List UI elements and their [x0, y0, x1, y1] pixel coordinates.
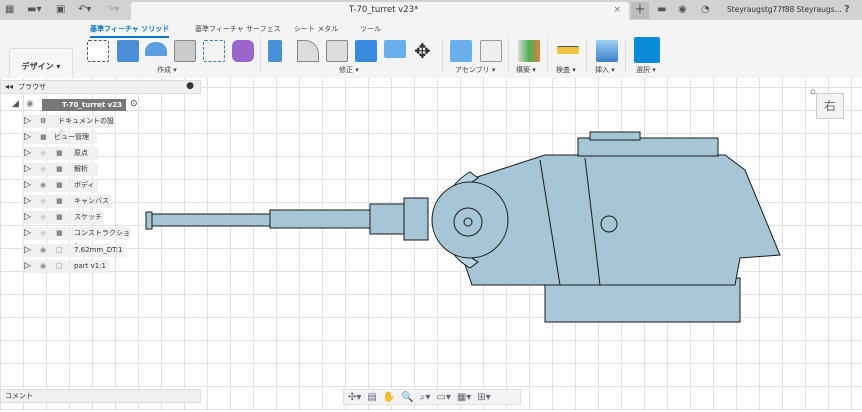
title-bar: ▦ ▬▾ ▣ ↶▾ ↷▾ T-70_turret v23* × + ▬ ◉ ◔ …	[0, 0, 862, 20]
tab-surface[interactable]: 基準フィーチャ サーフェス	[195, 24, 281, 34]
muzzle	[145, 211, 153, 230]
create-sketch-icon[interactable]	[87, 40, 109, 62]
gear-icon: ⚙	[40, 117, 47, 125]
clock-icon[interactable]: ◔	[701, 4, 710, 15]
browser-header: ◂◂ ブラウザ ●	[0, 80, 201, 94]
folder-icon: ■	[56, 149, 63, 157]
tab-sheet-metal[interactable]: シート メタル	[294, 24, 338, 34]
toolbar: デザイン ▾ 基準フィーチャ ソリッド 基準フィーチャ サーフェス シート メタ…	[0, 20, 862, 86]
split-icon[interactable]	[384, 40, 406, 58]
eye-hidden-icon[interactable]: ◉	[40, 163, 46, 176]
folder-icon: ■	[56, 181, 63, 189]
undo-icon[interactable]: ↶▾	[78, 4, 91, 15]
zoom-icon[interactable]: 🔍	[401, 392, 413, 403]
app-grid-icon[interactable]: ▦	[5, 4, 14, 15]
eye-icon[interactable]: ◉	[26, 99, 34, 109]
extrude-icon[interactable]	[117, 40, 139, 62]
tab-solid[interactable]: 基準フィーチャ ソリッド	[90, 24, 170, 38]
tree-item[interactable]: ▷ ◉ ■ キャンバス	[22, 195, 112, 208]
eye-icon[interactable]: ◉	[40, 179, 46, 192]
folder-icon: ■	[56, 229, 63, 237]
combine-icon[interactable]	[355, 40, 377, 62]
measure-icon[interactable]	[557, 46, 579, 54]
notifications-icon[interactable]: ▬	[657, 4, 666, 15]
viewports-icon[interactable]: ⊞▾	[477, 392, 490, 403]
new-component-icon[interactable]	[450, 40, 472, 62]
move-icon[interactable]: ✥	[414, 39, 431, 63]
folder-icon: ■	[40, 133, 47, 141]
insert-image-icon[interactable]	[596, 40, 618, 62]
redo-icon[interactable]: ↷▾	[106, 4, 119, 15]
orbit-icon[interactable]: ✣▾	[348, 392, 361, 403]
activate-radio-icon[interactable]: ⊙	[130, 99, 138, 109]
home-view-icon[interactable]: ⌂	[810, 87, 816, 97]
shell-icon[interactable]	[326, 40, 348, 62]
document-title: T-70_turret v23*	[349, 5, 419, 15]
tree-item[interactable]: ▷⚙ドキュメントの設定	[22, 115, 116, 138]
construct-icon[interactable]	[518, 40, 540, 62]
joint-icon[interactable]	[480, 40, 502, 62]
browser-title: ブラウザ	[18, 83, 46, 91]
eye-hidden-icon[interactable]: ◉	[40, 195, 46, 208]
comments-label: コメント	[5, 392, 33, 400]
collapse-browser-icon[interactable]: ◂◂	[5, 82, 13, 91]
hole-icon[interactable]	[174, 40, 196, 62]
eye-icon[interactable]: ◉	[40, 260, 46, 273]
construct-group-label[interactable]: 構築 ▾	[516, 65, 536, 75]
assemble-group-label[interactable]: アセンブリ ▾	[455, 65, 495, 75]
tree-item[interactable]: ▷ ◉ □ part v1:1	[22, 260, 110, 273]
folder-icon: ■	[56, 213, 63, 221]
close-tab-icon[interactable]: ×	[613, 5, 621, 15]
document-tab[interactable]: T-70_turret v23* ×	[131, 2, 629, 20]
inspect-group-label[interactable]: 検査 ▾	[556, 65, 576, 75]
comments-panel[interactable]: コメント	[0, 389, 201, 403]
tree-item[interactable]: ▷ ◉ ■ 原点	[22, 147, 98, 160]
pan-icon[interactable]: ✋	[383, 392, 395, 403]
tree-item[interactable]: ▷ ◉ □ 7.62mm_DT:1	[22, 244, 126, 257]
navigation-bar: ✣▾ ▤ ✋ 🔍 ⌕▾ ▭▾ ▦▾ ⊞▾	[343, 389, 521, 405]
look-at-icon[interactable]: ▤	[367, 392, 376, 403]
user-account[interactable]: Steyraugstg77f88 Steyraugs...	[727, 5, 842, 14]
job-status-icon[interactable]: ◉	[678, 4, 687, 15]
tree-item[interactable]: ▷ ◉ ■ スケッチ	[22, 211, 104, 224]
help-icon[interactable]: ?	[844, 4, 850, 15]
component-icon: □	[56, 262, 63, 270]
root-component-label[interactable]: T-70_turret v23	[42, 99, 126, 111]
eye-hidden-icon[interactable]: ◉	[40, 227, 46, 240]
fillet-icon[interactable]	[297, 40, 319, 62]
form-icon[interactable]	[232, 40, 254, 62]
expand-root-icon[interactable]: ◢	[12, 99, 19, 109]
modify-group-label[interactable]: 修正 ▾	[339, 65, 359, 75]
browser-options-icon[interactable]: ●	[186, 81, 194, 91]
folder-icon: ■	[56, 197, 63, 205]
folder-icon: ■	[56, 165, 63, 173]
select-group-label[interactable]: 選択 ▾	[636, 65, 656, 75]
file-menu-icon[interactable]: ▬▾	[27, 4, 41, 15]
display-settings-icon[interactable]: ▭▾	[436, 392, 450, 403]
eye-hidden-icon[interactable]: ◉	[40, 147, 46, 160]
component-icon: □	[56, 246, 63, 254]
revolve-icon[interactable]	[145, 42, 167, 56]
create-group-label[interactable]: 作成 ▾	[157, 65, 177, 75]
new-tab-button[interactable]: +	[631, 2, 649, 19]
tree-item[interactable]: ▷◉■コンストラクション	[22, 227, 130, 250]
grid-settings-icon[interactable]: ▦▾	[457, 392, 471, 403]
tree-item[interactable]: ▷ ◉ ■ 解析	[22, 163, 98, 176]
insert-group-label[interactable]: 挿入 ▾	[595, 65, 615, 75]
pattern-icon[interactable]	[203, 40, 225, 62]
save-icon[interactable]: ▣	[56, 4, 65, 15]
tab-tools[interactable]: ツール	[360, 24, 381, 34]
eye-hidden-icon[interactable]: ◉	[40, 211, 46, 224]
view-cube[interactable]: 右	[816, 93, 844, 119]
select-icon[interactable]	[634, 37, 660, 63]
fit-icon[interactable]: ⌕▾	[420, 392, 431, 403]
eye-icon[interactable]: ◉	[40, 244, 46, 257]
tree-item[interactable]: ▷ ◉ ■ ボディ	[22, 179, 98, 192]
tree-item[interactable]: ▷ ■ ビュー管理	[22, 131, 97, 144]
press-pull-icon[interactable]	[268, 40, 282, 62]
